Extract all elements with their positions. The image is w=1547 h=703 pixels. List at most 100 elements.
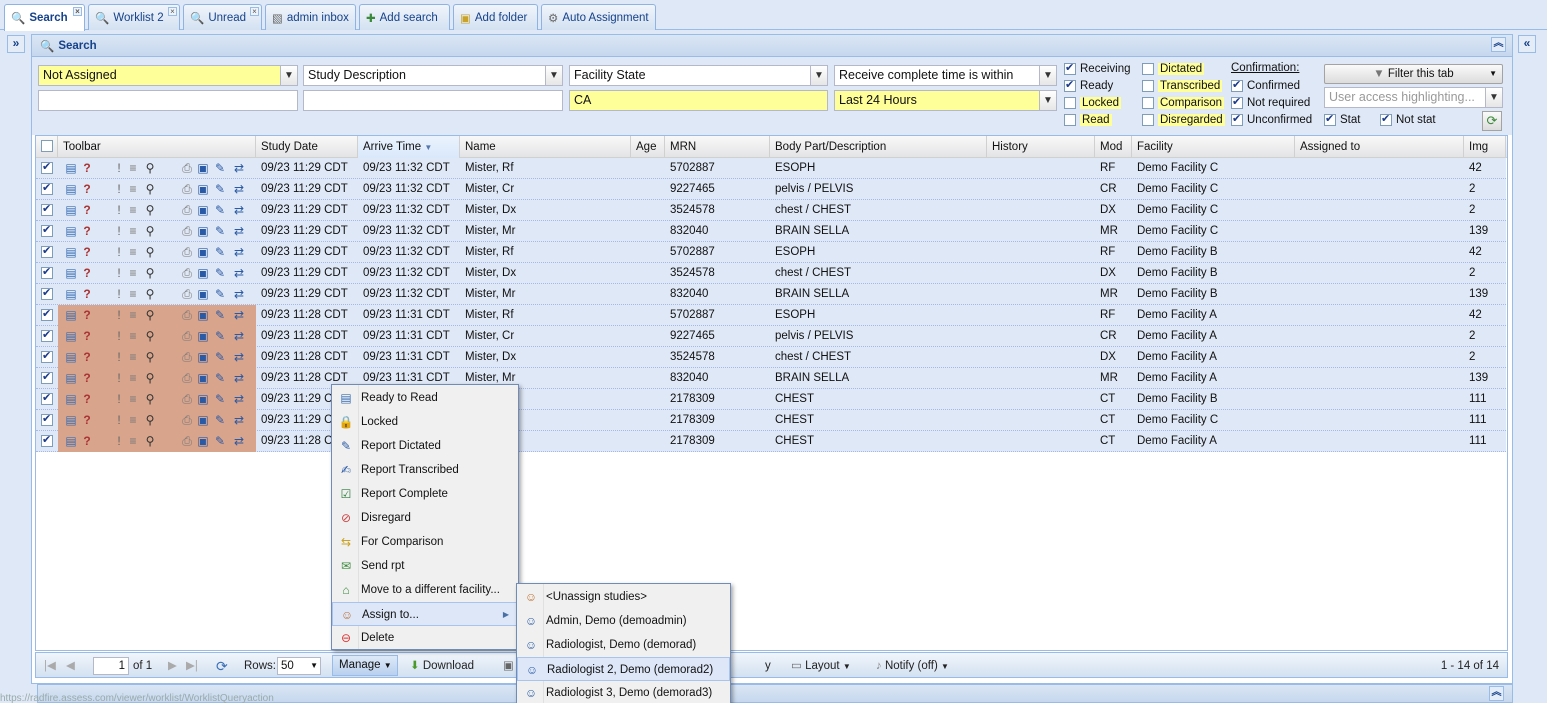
alert-icon[interactable]: ! xyxy=(112,308,126,323)
print-icon[interactable]: ⎙ xyxy=(180,329,194,344)
share-icon[interactable]: ⇄ xyxy=(232,371,246,386)
close-tab-icon[interactable]: × xyxy=(250,7,259,16)
table-row[interactable]: ▤?!≡⚲ ⎙▣✎ ⇄ 09/23 11:28 CDT 09/23 11:31 CDT M… xyxy=(36,305,1506,326)
key-images-icon[interactable]: ⚲ xyxy=(143,434,157,449)
table-row[interactable]: ▤?!≡⚲⎙▣✎⇄09/23 11:28 C2178309CHESTCTDemo… xyxy=(36,431,1506,452)
key-images-icon[interactable]: ⚲ xyxy=(143,224,157,239)
menu-item-assign-to[interactable]: ☺ Assign to... ▶ xyxy=(332,602,518,626)
table-row[interactable]: ▤?!≡⚲ ⎙▣✎ ⇄ 09/23 11:28 CDT 09/23 11:31 CDT M… xyxy=(36,326,1506,347)
key-images-icon[interactable]: ⚲ xyxy=(143,287,157,302)
not-required-checkbox[interactable]: Not required xyxy=(1231,95,1310,109)
table-row[interactable]: ▤?!≡⚲⎙▣✎⇄09/23 11:29 C2178309CHESTCTDemo… xyxy=(36,410,1506,431)
menu-item-radiologist-3-demo-demorad3[interactable]: ☺ Radiologist 3, Demo (demorad3) xyxy=(517,681,730,703)
checkbox[interactable] xyxy=(1064,114,1076,126)
report-icon[interactable]: ▤ xyxy=(64,350,78,365)
col-study-date[interactable]: Study Date xyxy=(256,136,358,158)
print-icon[interactable]: ⎙ xyxy=(180,161,194,176)
receiving-checkbox[interactable]: Receiving xyxy=(1064,61,1131,75)
menu-item-report-dictated[interactable]: ✎ Report Dictated xyxy=(332,434,518,458)
dictated-checkbox[interactable]: Dictated xyxy=(1142,63,1205,75)
row-checkbox[interactable] xyxy=(41,328,53,342)
checkbox[interactable] xyxy=(1231,78,1243,92)
locked-checkbox[interactable]: Locked xyxy=(1064,97,1122,109)
notes-icon[interactable]: ≡ xyxy=(126,329,140,344)
tab-search[interactable]: 🔍 Search × xyxy=(4,4,85,31)
notes-icon[interactable]: ≡ xyxy=(126,434,140,449)
menu-item-radiologist-2-demo-demorad2[interactable]: ☺ Radiologist 2, Demo (demorad2) xyxy=(517,657,730,681)
viewer-icon[interactable]: ✎ xyxy=(213,371,227,386)
monitor-icon[interactable]: ▣ xyxy=(196,308,210,323)
question-icon[interactable]: ? xyxy=(80,161,94,176)
checkbox[interactable] xyxy=(1142,114,1154,126)
tab-add-folder[interactable]: ▣ Add folder xyxy=(453,4,538,30)
report-icon[interactable]: ▤ xyxy=(64,203,78,218)
share-icon[interactable]: ⇄ xyxy=(232,203,246,218)
filter-input-1[interactable] xyxy=(38,90,298,111)
monitor-icon[interactable]: ▣ xyxy=(196,287,210,302)
viewer-icon[interactable]: ✎ xyxy=(213,287,227,302)
viewer-icon[interactable]: ✎ xyxy=(213,266,227,281)
notes-icon[interactable]: ≡ xyxy=(126,245,140,260)
report-icon[interactable]: ▤ xyxy=(64,224,78,239)
viewer-icon[interactable]: ✎ xyxy=(213,329,227,344)
menu-item-locked[interactable]: 🔒 Locked xyxy=(332,410,518,434)
key-images-icon[interactable]: ⚲ xyxy=(143,245,157,260)
alert-icon[interactable]: ! xyxy=(112,434,126,449)
report-icon[interactable]: ▤ xyxy=(64,245,78,260)
table-row[interactable]: ▤?!≡⚲ ⎙▣✎ ⇄ 09/23 11:29 CDT 09/23 11:32 CDT M… xyxy=(36,263,1506,284)
checkbox[interactable] xyxy=(1231,112,1243,126)
checkbox[interactable] xyxy=(1380,112,1392,126)
row-checkbox[interactable] xyxy=(41,181,53,195)
notes-icon[interactable]: ≡ xyxy=(126,392,140,407)
question-icon[interactable]: ? xyxy=(80,308,94,323)
question-icon[interactable]: ? xyxy=(80,266,94,281)
monitor-icon[interactable]: ▣ xyxy=(196,203,210,218)
col-assigned-to[interactable]: Assigned to xyxy=(1295,136,1464,158)
viewer-icon[interactable]: ✎ xyxy=(213,308,227,323)
col-facility[interactable]: Facility xyxy=(1132,136,1295,158)
col-toolbar[interactable]: Toolbar xyxy=(58,136,256,158)
col-age[interactable]: Age xyxy=(631,136,665,158)
close-tab-icon[interactable]: × xyxy=(168,7,177,16)
monitor-icon[interactable]: ▣ xyxy=(196,224,210,239)
row-checkbox[interactable] xyxy=(41,370,53,384)
field-select-3[interactable]: Facility State ▼ xyxy=(569,65,828,86)
monitor-icon[interactable]: ▣ xyxy=(196,266,210,281)
checkbox[interactable] xyxy=(1142,80,1154,92)
checkbox[interactable] xyxy=(1142,97,1154,109)
ready-checkbox[interactable]: Ready xyxy=(1064,78,1113,92)
print-icon[interactable]: ⎙ xyxy=(180,308,194,323)
alert-icon[interactable]: ! xyxy=(112,266,126,281)
row-checkbox[interactable] xyxy=(41,265,53,279)
tab-worklist-2[interactable]: 🔍 Worklist 2 × xyxy=(88,4,180,30)
question-icon[interactable]: ? xyxy=(80,203,94,218)
print-icon[interactable]: ⎙ xyxy=(180,413,194,428)
download-button[interactable]: ⬇ Download xyxy=(410,657,474,675)
notes-icon[interactable]: ≡ xyxy=(126,350,140,365)
table-row[interactable]: ▤?!≡⚲ ⎙▣✎ ⇄ 09/23 11:29 CDT 09/23 11:32 CDT M… xyxy=(36,200,1506,221)
row-checkbox[interactable] xyxy=(41,160,53,174)
col-img[interactable]: Img xyxy=(1464,136,1506,158)
print-icon[interactable]: ⎙ xyxy=(180,203,194,218)
menu-item-for-comparison[interactable]: ⇆ For Comparison xyxy=(332,530,518,554)
partial-button-label[interactable]: y xyxy=(765,657,771,675)
question-icon[interactable]: ? xyxy=(80,287,94,302)
refresh-icon[interactable]: ⟳ xyxy=(1482,111,1502,131)
question-icon[interactable]: ? xyxy=(80,371,94,386)
chevron-down-icon[interactable]: ▼ xyxy=(545,66,562,85)
tab-auto-assignment[interactable]: ⚙ Auto Assignment xyxy=(541,4,656,30)
table-row[interactable]: ▤?!≡⚲ ⎙▣✎ ⇄ 09/23 11:29 CDT 09/23 11:32 CDT M… xyxy=(36,179,1506,200)
print-icon[interactable]: ⎙ xyxy=(180,434,194,449)
question-icon[interactable]: ? xyxy=(80,329,94,344)
field-select-2[interactable]: Study Description ▼ xyxy=(303,65,563,86)
alert-icon[interactable]: ! xyxy=(112,287,126,302)
print-icon[interactable]: ⎙ xyxy=(180,392,194,407)
menu-item-unassign-studies[interactable]: ☺ <Unassign studies> xyxy=(517,585,730,609)
layout-button[interactable]: ▭ Layout ▼ xyxy=(791,657,851,675)
read-checkbox[interactable]: Read xyxy=(1064,114,1112,126)
menu-item-admin-demo-demoadmin[interactable]: ☺ Admin, Demo (demoadmin) xyxy=(517,609,730,633)
row-checkbox[interactable] xyxy=(41,307,53,321)
checkbox[interactable] xyxy=(1064,78,1076,92)
share-icon[interactable]: ⇄ xyxy=(232,287,246,302)
chevron-down-icon[interactable]: ▼ xyxy=(1485,88,1502,107)
